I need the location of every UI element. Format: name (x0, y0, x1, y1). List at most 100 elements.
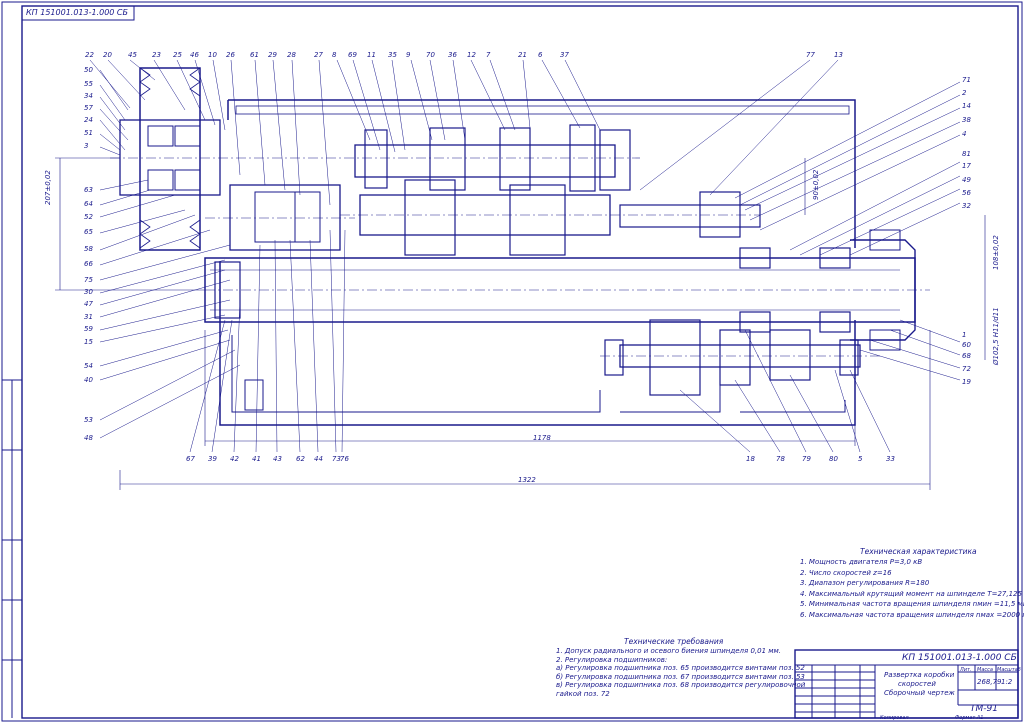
callout-number: 36 (448, 51, 457, 59)
callout-number: 33 (886, 455, 895, 463)
callout-number: 52 (84, 213, 93, 221)
callout-number: 20 (103, 51, 112, 59)
callout-number: 44 (314, 455, 323, 463)
drawing-sheet: КП 151001.013-1.000 СБ 22 20 45 23 25 46 10 26 6… (0, 0, 1024, 723)
callout-number: 14 (962, 102, 971, 110)
callout-number: 37 (560, 51, 569, 59)
callout-number: 41 (252, 455, 261, 463)
callout-number: 3 (84, 142, 89, 150)
callout-number: 60 (962, 341, 971, 349)
callout-number: 10 (208, 51, 217, 59)
scale-label: Масштаб (997, 667, 1021, 673)
callout-number: 21 (518, 51, 527, 59)
callout-number: 47 (84, 300, 93, 308)
callout-number: 27 (314, 51, 323, 59)
tech-spec-title: Техническая характеристика (860, 547, 977, 556)
callout-number: 58 (84, 245, 93, 253)
callout-number: 1 (962, 331, 967, 339)
callout-number: 28 (287, 51, 296, 59)
callout-number: 62 (296, 455, 305, 463)
callout-number: 66 (84, 260, 93, 268)
callout-number: 9 (406, 51, 411, 59)
scale-value: 1:2 (1001, 678, 1013, 686)
callout-number: 49 (962, 176, 971, 184)
callout-number: 56 (962, 189, 971, 197)
callout-number: 19 (962, 378, 971, 386)
callout-number: 4 (962, 130, 967, 138)
copied-label: Копировал (880, 715, 909, 721)
tech-req-line: б) Регулировка подшипника поз. 67 произв… (556, 672, 805, 681)
dim-1178: 1178 (533, 434, 551, 442)
tech-req-line: 2. Регулировка подшипников: (556, 655, 668, 664)
callout-number: 57 (84, 104, 93, 112)
callout-number: 17 (962, 162, 971, 170)
callout-number: 13 (834, 51, 843, 59)
dim-108: 108±0,02 (992, 235, 1000, 270)
callout-number: 8 (332, 51, 337, 59)
callout-number: 38 (962, 116, 971, 124)
callout-number: 43 (273, 455, 282, 463)
dim-102-5: Ø102,5 H11/d11 (992, 307, 1000, 365)
callout-number: 72 (962, 365, 971, 373)
title-line-2: скоростей (898, 680, 936, 688)
group-label: ТМ-91 (970, 704, 998, 714)
callout-number: 54 (84, 362, 93, 370)
tech-req-line: а) Регулировка подшипника поз. 65 произв… (556, 664, 805, 672)
callout-number: 2 (962, 89, 967, 97)
callout-number: 46 (190, 51, 199, 59)
tech-spec-line: 6. Максимальная частота вращения шпиндел… (800, 610, 1024, 619)
title-line-3: Сборочный чертеж (884, 689, 955, 697)
callout-number: 7 (486, 51, 491, 59)
callout-number: 23 (152, 51, 161, 59)
callout-number: 5 (858, 455, 863, 463)
callout-number: 68 (962, 352, 971, 360)
callout-number: 22 (85, 51, 94, 59)
callout-number: 6 (538, 51, 543, 59)
format-label: Формат А1 (955, 715, 984, 721)
callout-number: 31 (84, 313, 93, 321)
callout-number: 81 (962, 150, 971, 158)
callout-number: 59 (84, 325, 93, 333)
callout-number: 69 (348, 51, 357, 59)
callout-number: 53 (84, 416, 93, 424)
tech-spec-line: 4. Максимальный крутящий момент на шпинд… (800, 589, 1024, 598)
dim-90: 90±0,02 (812, 169, 820, 200)
tech-req-line: 1. Допуск радиального и осевого биения ш… (556, 647, 782, 655)
sheet-mark-label: Лит. (960, 667, 972, 673)
callout-number: 71 (962, 76, 971, 84)
callout-number: 65 (84, 228, 93, 236)
callout-number: 63 (84, 186, 93, 194)
mass-value: 268,79 (977, 678, 1002, 686)
callout-number: 32 (962, 202, 971, 210)
callout-number: 15 (84, 338, 93, 346)
callout-number: 48 (84, 434, 93, 442)
dim-207: 207±0,02 (44, 170, 52, 205)
callout-number: 78 (776, 455, 785, 463)
tech-spec-line: 3. Диапазон регулирования R=180 (800, 579, 930, 587)
callout-number: 55 (84, 80, 93, 88)
callout-number: 35 (388, 51, 397, 59)
title-line-1: Развертка коробки (884, 671, 955, 679)
callout-number: 80 (829, 455, 838, 463)
callout-number: 50 (84, 66, 93, 74)
callout-number: 24 (84, 116, 93, 124)
callout-number: 26 (226, 51, 235, 59)
callout-number: 61 (250, 51, 259, 59)
tech-spec-line: 1. Мощность двигателя P=3,0 кВ (800, 558, 923, 566)
callout-number: 25 (173, 51, 182, 59)
tech-spec-line: 5. Минимальная частота вращения шпинделя… (800, 600, 1024, 608)
callout-number: 77 (806, 51, 815, 59)
mass-label: Масса (977, 667, 993, 673)
callout-number: 29 (268, 51, 277, 59)
callout-number: 18 (746, 455, 755, 463)
tech-req-title: Технические требования (624, 637, 724, 646)
callout-number: 70 (426, 51, 435, 59)
callout-number: 34 (84, 92, 93, 100)
callout-number: 40 (84, 376, 93, 384)
title-block-code: КП 151001.013-1.000 СБ (902, 653, 1017, 663)
callout-number: 42 (230, 455, 239, 463)
callout-number: 79 (802, 455, 811, 463)
callout-number: 67 (186, 455, 195, 463)
callout-number: 39 (208, 455, 217, 463)
callout-number: 75 (84, 276, 93, 284)
